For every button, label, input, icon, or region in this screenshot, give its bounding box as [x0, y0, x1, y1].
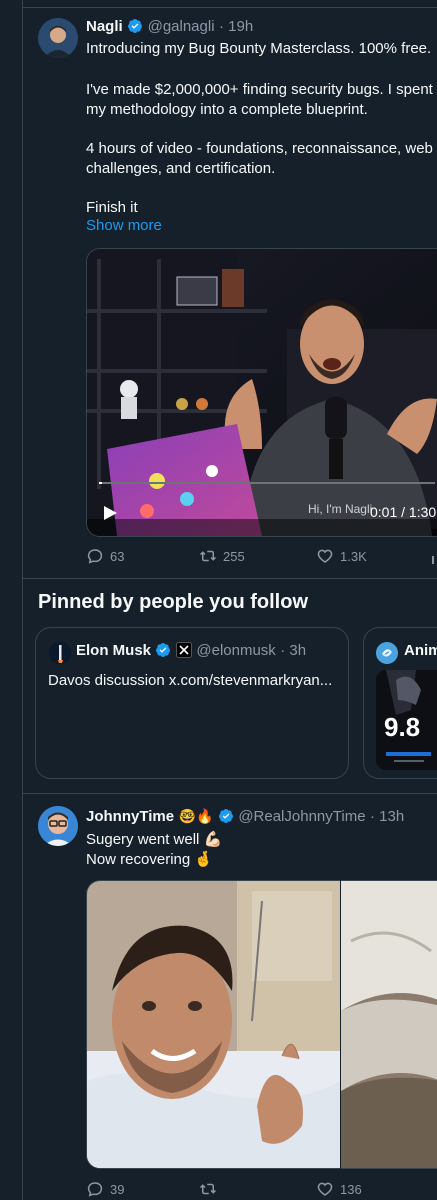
video-thumbnail	[87, 249, 437, 536]
video-caption: Hi, I'm Nagli	[308, 502, 373, 516]
verified-icon	[156, 643, 171, 657]
like-button[interactable]: 1.3K	[316, 547, 367, 565]
pinned-card-text: Davos discussion x.com/stevenmarkryan...	[48, 672, 333, 689]
like-icon	[317, 549, 333, 563]
like-button[interactable]: 136	[316, 1180, 362, 1198]
divider	[22, 7, 437, 8]
reply-button[interactable]: 63	[86, 547, 124, 565]
author-handle[interactable]: @RealJohnnyTime	[238, 808, 365, 825]
reply-count: 39	[110, 1181, 125, 1197]
photo-selfie	[87, 881, 340, 1168]
play-icon[interactable]	[101, 504, 119, 522]
avatar-nagli[interactable]	[38, 18, 78, 58]
tweet-header: JohnnyTime 🤓🔥 @RealJohnnyTime · 13h	[86, 808, 404, 826]
x-logo-icon	[175, 642, 192, 658]
reply-icon	[87, 549, 103, 564]
repost-icon	[199, 1183, 217, 1195]
author-handle[interactable]: @galnagli	[148, 18, 215, 35]
timestamp[interactable]: · 19h	[219, 18, 253, 35]
tweet-text-line: Sugery went well 💪🏻	[86, 831, 223, 848]
reply-icon	[87, 1182, 103, 1197]
pinned-heading: Pinned by people you follow	[38, 591, 309, 613]
timestamp[interactable]: · 3h	[280, 642, 306, 659]
author-name[interactable]: JohnnyTime	[86, 808, 174, 825]
tweet-text-line: Introducing my Bug Bounty Masterclass. 1…	[86, 40, 432, 57]
verified-icon	[128, 19, 143, 33]
divider	[22, 793, 437, 794]
author-name[interactable]: Elon Musk	[76, 642, 151, 659]
reply-count: 63	[110, 548, 125, 564]
avatar-anime[interactable]	[376, 642, 398, 664]
author-emojis: 🤓🔥	[178, 808, 214, 824]
divider	[22, 578, 437, 579]
tweet-text-line: Now recovering 🤞	[86, 851, 214, 868]
avatar-johnnytime[interactable]	[38, 806, 78, 846]
show-more-link[interactable]: Show more	[86, 217, 162, 234]
anime-logo-icon	[376, 642, 398, 664]
timestamp[interactable]: · 13h	[370, 808, 404, 825]
repost-count: 255	[223, 548, 245, 564]
reply-button[interactable]: 39	[86, 1180, 124, 1198]
more-actions-edge	[432, 556, 434, 564]
author-handle[interactable]: @elonmusk	[196, 642, 275, 659]
tweet-photo-1[interactable]	[86, 880, 340, 1169]
tweet-text-line: I've made $2,000,000+ finding security b…	[86, 81, 433, 98]
video-player[interactable]: Hi, I'm Nagli 0:01 / 1:30	[86, 248, 437, 537]
tweet-header: Nagli @galnagli · 19h	[86, 18, 253, 36]
repost-icon	[199, 550, 217, 562]
author-name[interactable]: Anim	[404, 642, 437, 659]
tweet-text-line: my methodology into a complete blueprint…	[86, 101, 368, 118]
video-progress-track[interactable]	[99, 482, 435, 484]
anime-score: 9.8	[384, 712, 421, 742]
author-name[interactable]: Nagli	[86, 18, 123, 35]
like-count: 1.3K	[340, 548, 367, 564]
like-count: 136	[340, 1181, 362, 1197]
verified-icon	[218, 809, 233, 823]
tweet-text-line: challenges, and certification.	[86, 160, 276, 177]
tweet-photo-2[interactable]	[341, 880, 437, 1169]
anime-media[interactable]: 9.8	[376, 670, 437, 770]
video-progress-fill	[99, 482, 103, 484]
like-icon	[317, 1182, 333, 1196]
pinned-card-elon[interactable]: Elon Musk @elonmusk · 3h Davos discussio…	[35, 627, 349, 779]
photo-blanket	[341, 881, 437, 1168]
avatar-elon[interactable]	[49, 642, 71, 664]
pinned-card-anime[interactable]: Anim 9.8	[363, 627, 437, 779]
repost-button[interactable]: 255	[199, 547, 245, 565]
pinned-card-header: Elon Musk @elonmusk · 3h	[76, 642, 306, 660]
video-time: 0:01 / 1:30	[370, 504, 437, 520]
tweet-text-line: Finish it	[86, 199, 138, 216]
repost-button[interactable]	[199, 1180, 217, 1198]
tweet-text-line: 4 hours of video - foundations, reconnai…	[86, 140, 433, 157]
